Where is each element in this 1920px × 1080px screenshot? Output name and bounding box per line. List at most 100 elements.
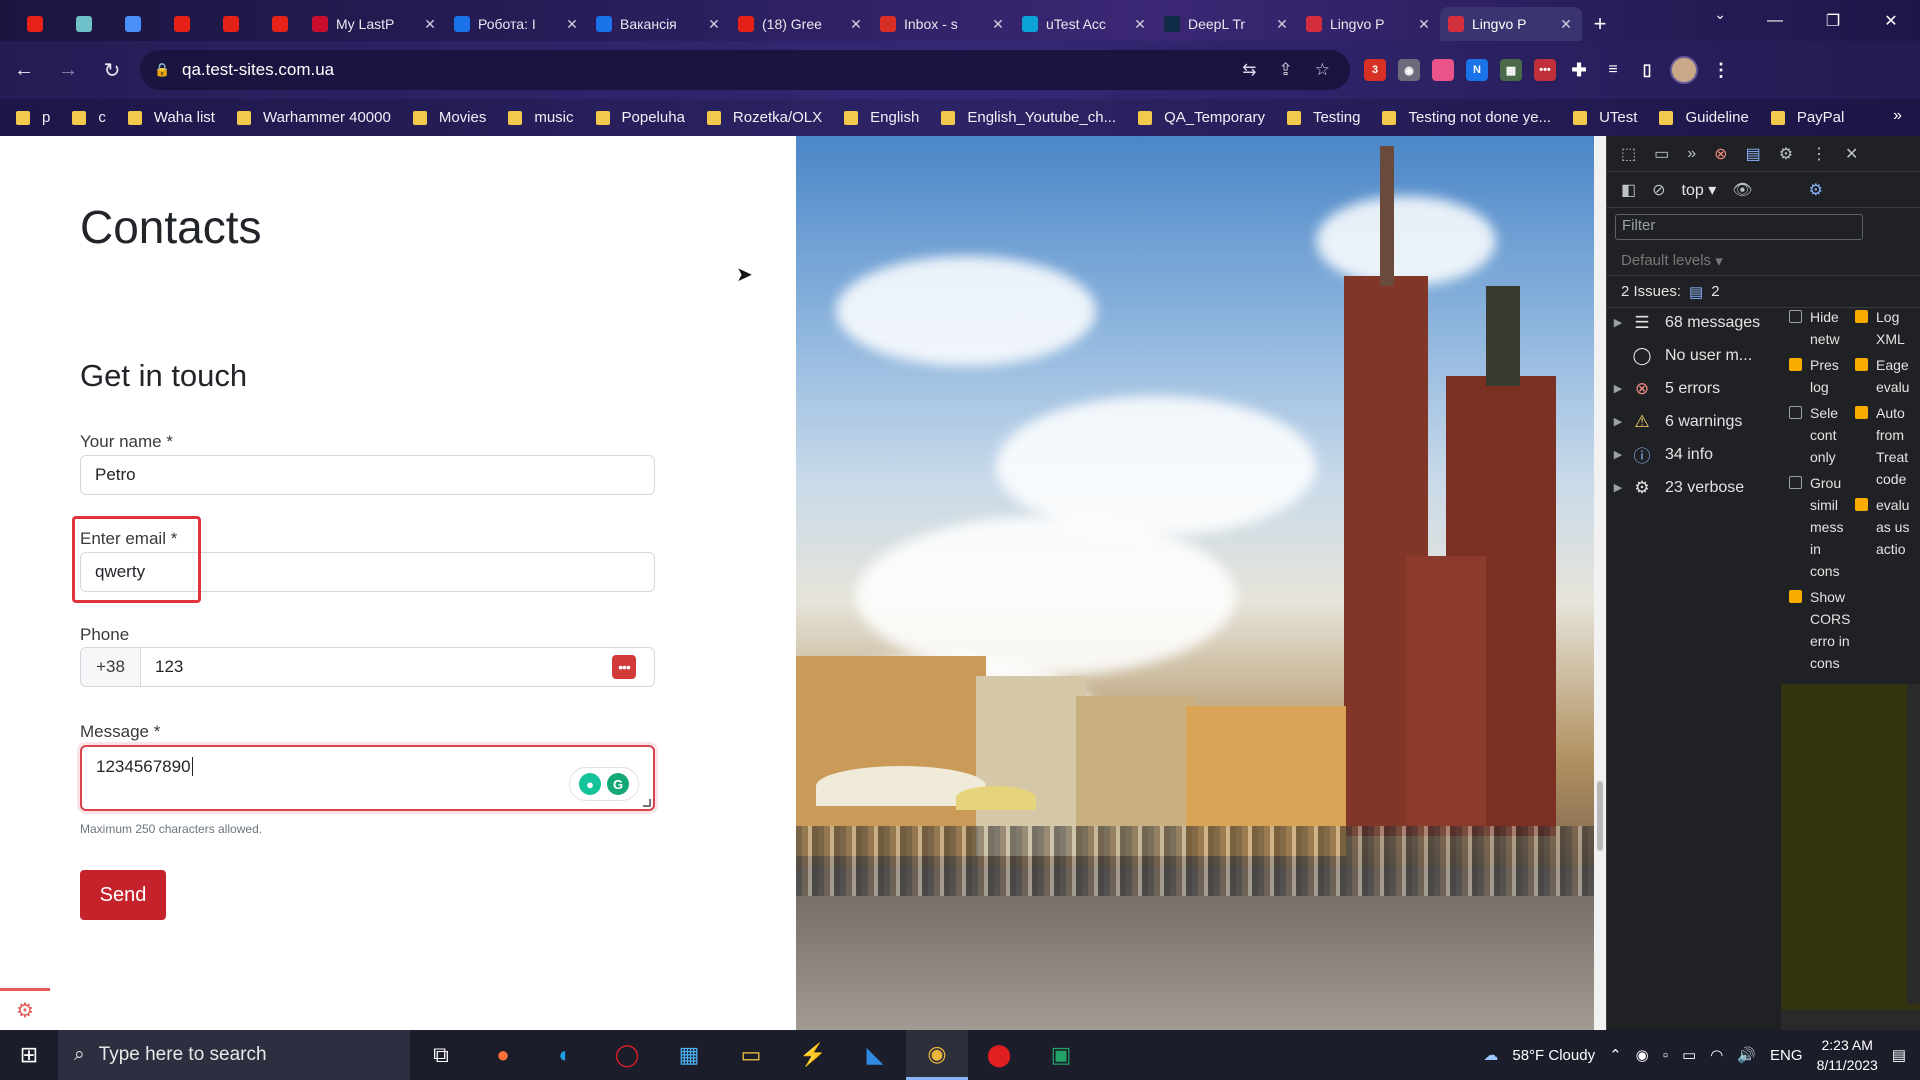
error-count-icon[interactable]: ⊗ [1714,144,1727,164]
devtools-more-icon[interactable]: ⋮ [1811,144,1827,164]
extension-color-icon[interactable] [1432,59,1454,81]
checkbox[interactable] [1855,498,1868,511]
bookmark-item[interactable]: c [72,109,106,126]
checkbox[interactable] [1855,406,1868,419]
console-sidebar-item[interactable]: ▶ ⚙ 23 verbose [1607,471,1781,504]
console-settings-icon[interactable]: ⚙ [1809,180,1823,200]
side-panel-icon[interactable]: ▯ [1636,59,1658,81]
browser-tab[interactable]: Inbox - s ✕ [872,7,1014,41]
extensions-puzzle-icon[interactable]: ✚ [1568,59,1590,81]
tab-close-icon[interactable]: ✕ [1558,16,1574,33]
translate-icon[interactable]: ⇆ [1242,60,1256,80]
tray-chevron-icon[interactable]: ⌃ [1609,1046,1622,1064]
reading-list-icon[interactable]: ≡ [1602,59,1624,81]
recorder-icon[interactable]: ⬤ [968,1030,1030,1080]
console-setting[interactable]: Pres log [1789,354,1859,398]
more-tabs-icon[interactable]: » [1687,145,1696,163]
inspect-element-icon[interactable]: ⬚ [1621,144,1636,164]
browser-tab[interactable]: Lingvo P ✕ [1440,7,1582,41]
console-setting[interactable]: Log XML [1855,306,1920,350]
console-sidebar-item[interactable]: ▶ ⓘ 34 info [1607,438,1781,471]
browser-tab[interactable] [10,7,59,41]
browser-tab[interactable] [108,7,157,41]
tab-close-icon[interactable]: ✕ [848,16,864,33]
console-sidebar-item[interactable]: ▶ ☰ 68 messages [1607,306,1781,339]
console-setting[interactable]: Hide netw [1789,306,1859,350]
bookmark-item[interactable]: English_Youtube_ch... [941,109,1116,126]
live-expression-icon[interactable]: 👁 [1732,180,1752,200]
tab-close-icon[interactable]: ✕ [706,16,722,33]
page-scrollbar-thumb[interactable] [1597,781,1603,851]
restore-button[interactable]: ❐ [1804,0,1862,41]
console-sidebar-item[interactable]: ◯ No user m... [1607,339,1781,372]
tab-close-icon[interactable]: ✕ [1416,16,1432,33]
browser-tab[interactable]: DeepL Tr ✕ [1156,7,1298,41]
browser-tab[interactable]: Робота: І ✕ [446,7,588,41]
console-setting[interactable]: evalu as us actio [1855,494,1920,560]
devtools-close-icon[interactable]: ✕ [1845,144,1858,164]
browser-tab[interactable]: (18) Gree ✕ [730,7,872,41]
bookmark-item[interactable]: Rozetka/OLX [706,109,822,126]
message-textarea[interactable]: 1234567890 ● G [80,745,655,811]
store-icon[interactable]: ▦ [658,1030,720,1080]
minimize-button[interactable]: — [1746,0,1804,41]
browser-tab[interactable]: uTest Acc ✕ [1014,7,1156,41]
extension-camera-icon[interactable]: ◉ [1398,59,1420,81]
bookmark-item[interactable]: p [16,109,50,126]
device-toolbar-icon[interactable]: ▭ [1654,144,1669,164]
browser-tab[interactable]: My LastP ✕ [304,7,446,41]
address-bar[interactable]: 🔒 qa.test-sites.com.ua ⇆ ⇪ ☆ [140,50,1350,90]
browser-tab[interactable]: Lingvo P ✕ [1298,7,1440,41]
taskbar-search[interactable]: ⌕ Type here to search [58,1030,410,1080]
console-scrollbar[interactable] [1907,684,1920,1004]
clear-console-icon[interactable]: ⊘ [1652,180,1665,200]
profile-avatar[interactable] [1670,56,1698,84]
name-input[interactable]: Petro [80,455,655,495]
checkbox[interactable] [1855,310,1868,323]
console-sidebar-item[interactable]: ▶ ⊗ 5 errors [1607,372,1781,405]
bookmark-star-icon[interactable]: ☆ [1315,60,1330,80]
send-button[interactable]: Send [80,870,166,920]
messages-badge-icon[interactable]: ▤ [1746,144,1761,164]
bookmark-item[interactable]: Testing [1286,109,1360,126]
extension-sheet-icon[interactable]: ▦ [1500,59,1522,81]
wifi-icon[interactable]: ◠ [1710,1046,1723,1064]
forward-button[interactable]: → [48,50,88,90]
tab-search-icon[interactable]: ⌄ [1714,6,1726,23]
context-selector[interactable]: top ▾ [1682,180,1717,200]
lastpass-field-icon[interactable]: ••• [612,655,636,679]
bookmark-item[interactable]: Movies [412,109,486,126]
sublime-icon[interactable]: ⚡ [782,1030,844,1080]
grammarly-bulb-icon[interactable]: ● [579,773,601,795]
browser-tab[interactable] [255,7,304,41]
task-view-icon[interactable]: ⧉ [410,1030,472,1080]
bookmark-item[interactable]: Warhammer 40000 [236,109,391,126]
opera-icon[interactable]: ◯ [596,1030,658,1080]
bookmark-item[interactable]: Popeluha [595,109,685,126]
browser-tab[interactable] [59,7,108,41]
firefox-icon[interactable]: ● [472,1030,534,1080]
console-setting[interactable]: Grou simil mess in cons [1789,472,1859,582]
issues-bar[interactable]: 2 Issues: ▤ 2 [1607,276,1920,308]
console-setting[interactable]: Sele cont only [1789,402,1859,468]
browser-tab[interactable] [157,7,206,41]
share-icon[interactable]: ⇪ [1279,60,1293,80]
checkbox[interactable] [1789,406,1802,419]
extension-adblock-icon[interactable]: 3 [1364,59,1386,81]
grammarly-widget[interactable]: ● G [569,767,639,801]
windows-start-icon[interactable]: ⊞ [0,1030,58,1080]
bookmark-item[interactable]: Testing not done ye... [1382,109,1551,126]
checkbox[interactable] [1789,590,1802,603]
browser-tab[interactable]: Вакансія ✕ [588,7,730,41]
debugbar-icon[interactable]: ⚙ [0,988,50,1030]
notifications-icon[interactable]: ▤ [1892,1046,1906,1064]
log-levels-dropdown[interactable]: Default levels ▾ [1607,246,1920,276]
tab-close-icon[interactable]: ✕ [564,16,580,33]
bookmark-item[interactable]: music [508,109,574,126]
console-filter-input[interactable]: Filter [1615,214,1863,240]
clock[interactable]: 2:23 AM 8/11/2023 [1817,1035,1878,1075]
checkbox[interactable] [1855,358,1868,371]
bookmark-item[interactable]: Waha list [127,109,215,126]
bookmark-item[interactable]: QA_Temporary [1138,109,1265,126]
tab-close-icon[interactable]: ✕ [990,16,1006,33]
